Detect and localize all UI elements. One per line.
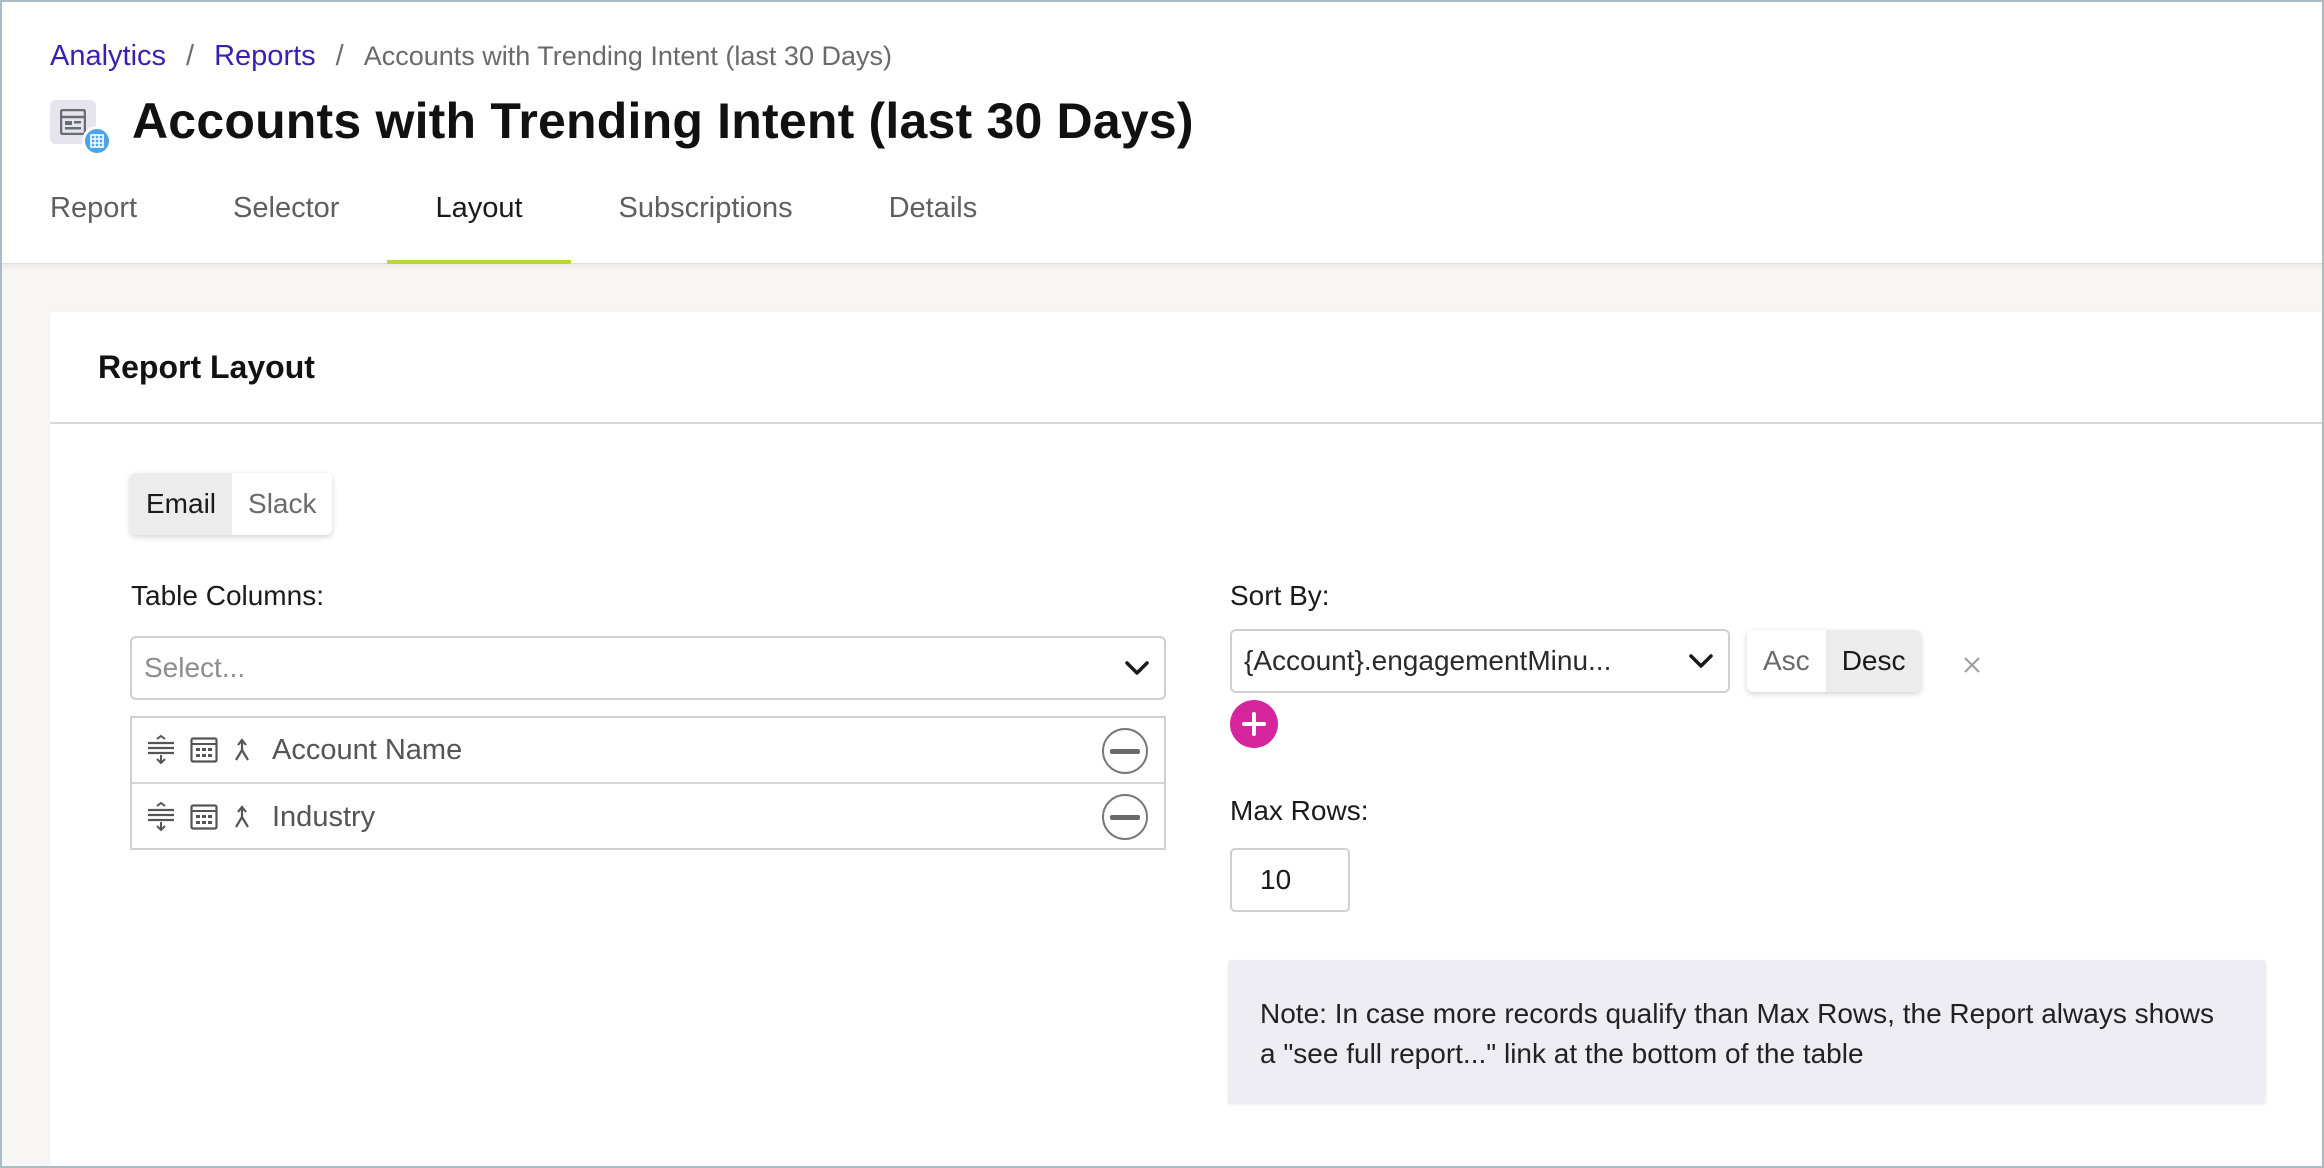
max-rows-label: Max Rows: [1230,795,1369,826]
page-title: Accounts with Trending Intent (last 30 D… [132,93,1194,149]
minus-icon [1110,814,1140,820]
sort-by-select[interactable]: {Account}.engagementMinu... [1230,629,1730,693]
card-header: Report Layout [50,312,2324,424]
table-columns-label: Table Columns: [131,580,324,611]
tab-layout[interactable]: Layout [387,180,571,264]
merge-icon [232,805,252,829]
drag-handle-icon[interactable] [146,735,176,765]
channel-slack-button[interactable]: Slack [232,473,332,535]
add-sort-button[interactable] [1230,700,1278,748]
breadcrumb-link-analytics[interactable]: Analytics [50,38,166,74]
table-badge-icon [82,126,112,156]
table-columns-select[interactable]: Select... [130,636,1166,700]
remove-column-button[interactable] [1102,794,1148,840]
sort-desc-button[interactable]: Desc [1825,630,1922,692]
chevron-down-icon [1688,653,1714,669]
table-column-name: Industry [272,800,376,833]
close-icon[interactable] [1962,655,1982,680]
remove-column-button[interactable] [1102,728,1148,774]
table-icon [190,804,218,830]
sort-order-toggle: Asc Desc [1747,630,1922,692]
table-column-row: Account Name [132,718,1164,784]
minus-icon [1110,748,1140,754]
card-title: Report Layout [98,348,315,385]
table-column-name: Account Name [272,733,463,766]
max-rows-input[interactable]: 10 [1230,848,1350,912]
page-header: Analytics / Reports / Accounts with Tren… [0,0,2324,264]
max-rows-note: Note: In case more records qualify than … [1228,960,2266,1104]
table-icon [190,737,218,763]
sort-by-value: {Account}.engagementMinu... [1244,645,1612,676]
title-row: Accounts with Trending Intent (last 30 D… [50,92,1194,156]
sort-by-label: Sort By: [1230,580,1330,611]
channel-toggle: Email Slack [130,473,333,535]
report-table-icon [50,96,112,156]
sort-asc-button[interactable]: Asc [1747,630,1826,692]
plus-icon [1242,712,1266,736]
tab-subscriptions[interactable]: Subscriptions [619,180,793,264]
tab-bar: Report Selector Layout Subscriptions Det… [50,180,1073,264]
tab-selector[interactable]: Selector [233,180,339,264]
breadcrumb: Analytics / Reports / Accounts with Tren… [50,38,892,74]
breadcrumb-separator: / [335,40,344,72]
table-columns-list: Account Name Industry [130,716,1166,850]
merge-icon [232,738,252,762]
channel-email-button[interactable]: Email [130,473,233,535]
report-layout-card: Report Layout Email Slack Table Columns:… [50,312,2324,1168]
chevron-down-icon [1124,660,1150,676]
table-columns-placeholder: Select... [144,652,246,683]
breadcrumb-separator: / [186,40,195,72]
breadcrumb-current: Accounts with Trending Intent (last 30 D… [363,41,892,71]
table-column-row: Industry [132,784,1164,850]
breadcrumb-link-reports[interactable]: Reports [214,38,316,74]
tab-details[interactable]: Details [889,180,978,264]
drag-handle-icon[interactable] [146,802,176,832]
tab-report[interactable]: Report [50,180,137,264]
